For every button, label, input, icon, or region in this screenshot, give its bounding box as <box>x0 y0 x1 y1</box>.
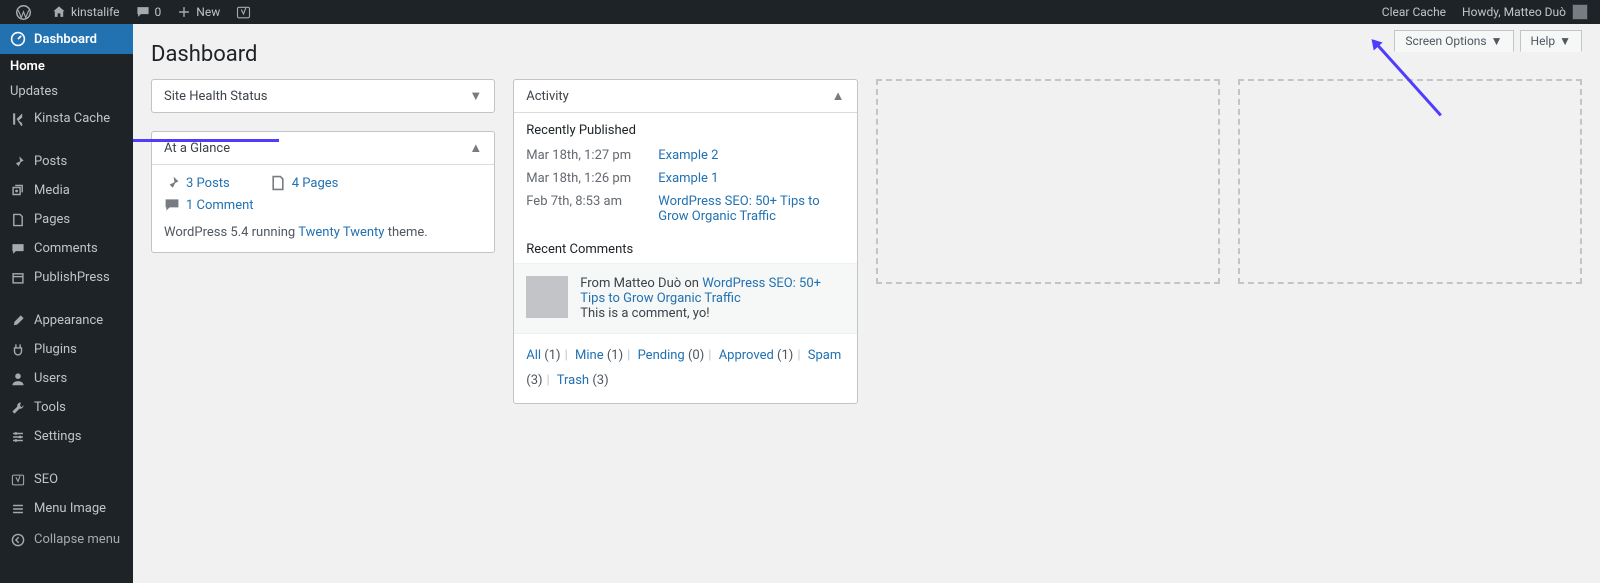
clear-cache[interactable]: Clear Cache <box>1374 0 1454 24</box>
comment-icon <box>164 197 180 213</box>
adminbar-new[interactable]: New <box>169 0 228 24</box>
dashboard-icon <box>8 31 28 47</box>
filter-spam[interactable]: Spam <box>808 348 842 363</box>
site-name[interactable]: kinstalife <box>44 0 128 24</box>
comment-meta: From Matteo Duò on WordPress SEO: 50+ Ti… <box>580 276 844 306</box>
activity-row: Mar 18th, 1:27 pm Example 2 <box>526 144 844 167</box>
calendar-icon <box>8 271 28 285</box>
glance-posts-link[interactable]: 3 Posts <box>186 176 230 191</box>
widget-drop-area[interactable] <box>876 79 1220 284</box>
menu-dashboard-updates[interactable]: Updates <box>0 79 133 104</box>
collapse-menu[interactable]: Collapse menu <box>0 523 133 556</box>
yoast-icon <box>236 5 251 20</box>
menu-posts[interactable]: Posts <box>0 147 133 176</box>
glance-comments-link[interactable]: 1 Comment <box>186 198 254 213</box>
wordpress-icon <box>16 5 31 20</box>
kinsta-icon <box>8 112 28 126</box>
brush-icon <box>8 314 28 328</box>
activity-row: Feb 7th, 8:53 am WordPress SEO: 50+ Tips… <box>526 190 844 228</box>
activity-row: Mar 18th, 1:26 pm Example 1 <box>526 167 844 190</box>
page-title: Dashboard <box>151 24 1582 79</box>
menu-dashboard[interactable]: Dashboard <box>0 24 133 54</box>
sliders-icon <box>8 430 28 444</box>
plug-icon <box>8 343 28 357</box>
page-icon <box>8 213 28 227</box>
menu-dashboard-home[interactable]: Home <box>0 54 133 79</box>
content-wrap: Screen Options ▼ Help ▼ Dashboard Site H… <box>133 24 1600 583</box>
admin-bar: kinstalife 0 New Clear Cache Howdy, Matt… <box>0 0 1600 24</box>
activity-post-link[interactable]: Example 1 <box>658 171 844 186</box>
glance-pages-link[interactable]: 4 Pages <box>292 176 339 191</box>
menu-kinsta-cache[interactable]: Kinsta Cache <box>0 104 133 133</box>
filter-all[interactable]: All <box>526 348 541 363</box>
admin-menu: Dashboard Home Updates Kinsta Cache Post… <box>0 24 133 583</box>
comment-filters: All (1)| Mine (1)| Pending (0)| Approved… <box>514 333 856 403</box>
media-icon <box>8 184 28 198</box>
recent-comment: From Matteo Duò on WordPress SEO: 50+ Ti… <box>514 263 856 333</box>
recently-published-title: Recently Published <box>526 123 844 144</box>
plus-icon <box>177 5 191 19</box>
menu-media[interactable]: Media <box>0 176 133 205</box>
avatar <box>1572 4 1588 20</box>
recent-comments-title: Recent Comments <box>526 242 844 263</box>
comment-body-text: This is a comment, yo! <box>580 306 844 321</box>
wp-version-text: WordPress 5.4 running Twenty Twenty them… <box>164 219 482 240</box>
widget-drop-area[interactable] <box>1238 79 1582 284</box>
at-a-glance-header[interactable]: At a Glance ▲ <box>152 132 494 165</box>
menu-appearance[interactable]: Appearance <box>0 306 133 335</box>
user-icon <box>8 372 28 386</box>
annotation-arrow <box>124 139 279 142</box>
pin-icon <box>164 175 180 191</box>
filter-trash[interactable]: Trash <box>557 373 589 388</box>
comments-icon <box>8 242 28 256</box>
pin-icon <box>8 155 28 169</box>
home-icon <box>52 5 66 19</box>
avatar <box>526 276 568 318</box>
menu-tools[interactable]: Tools <box>0 393 133 422</box>
adminbar-comments[interactable]: 0 <box>128 0 170 24</box>
theme-link[interactable]: Twenty Twenty <box>298 225 384 240</box>
menu-comments[interactable]: Comments <box>0 234 133 263</box>
comment-icon <box>136 5 150 19</box>
menu-settings[interactable]: Settings <box>0 422 133 451</box>
activity-box: Activity ▲ Recently Published Mar 18th, … <box>513 79 857 404</box>
page-icon <box>270 175 286 191</box>
chevron-down-icon: ▼ <box>469 88 482 104</box>
adminbar-yoast[interactable] <box>228 0 264 24</box>
menu-menu-image[interactable]: Menu Image <box>0 494 133 523</box>
screen-options-tab[interactable]: Screen Options ▼ <box>1394 30 1513 52</box>
help-tab[interactable]: Help ▼ <box>1520 30 1582 52</box>
filter-pending[interactable]: Pending <box>638 348 685 363</box>
filter-approved[interactable]: Approved <box>719 348 774 363</box>
chevron-up-icon: ▲ <box>832 88 845 104</box>
at-a-glance-box: At a Glance ▲ 3 Posts 4 Pages <box>151 131 495 253</box>
wrench-icon <box>8 401 28 415</box>
site-health-header[interactable]: Site Health Status ▼ <box>152 80 494 112</box>
activity-header[interactable]: Activity ▲ <box>514 80 856 113</box>
activity-post-link[interactable]: WordPress SEO: 50+ Tips to Grow Organic … <box>658 194 844 224</box>
menu-plugins[interactable]: Plugins <box>0 335 133 364</box>
site-health-box: Site Health Status ▼ <box>151 79 495 113</box>
activity-post-link[interactable]: Example 2 <box>658 148 844 163</box>
menu-pages[interactable]: Pages <box>0 205 133 234</box>
wp-logo[interactable] <box>8 0 44 24</box>
my-account[interactable]: Howdy, Matteo Duò <box>1454 0 1592 24</box>
filter-mine[interactable]: Mine <box>575 348 604 363</box>
collapse-icon <box>8 533 28 547</box>
howdy-text: Howdy, Matteo Duò <box>1462 5 1566 19</box>
yoast-menu-icon <box>8 473 28 487</box>
chevron-down-icon: ▼ <box>1559 34 1571 48</box>
menu-dashboard-submenu: Home Updates <box>0 54 133 104</box>
menu-publishpress[interactable]: PublishPress <box>0 263 133 292</box>
menu-users[interactable]: Users <box>0 364 133 393</box>
chevron-down-icon: ▼ <box>1491 34 1503 48</box>
hamburger-icon <box>8 502 28 516</box>
menu-seo[interactable]: SEO <box>0 465 133 494</box>
chevron-up-icon: ▲ <box>469 140 482 156</box>
